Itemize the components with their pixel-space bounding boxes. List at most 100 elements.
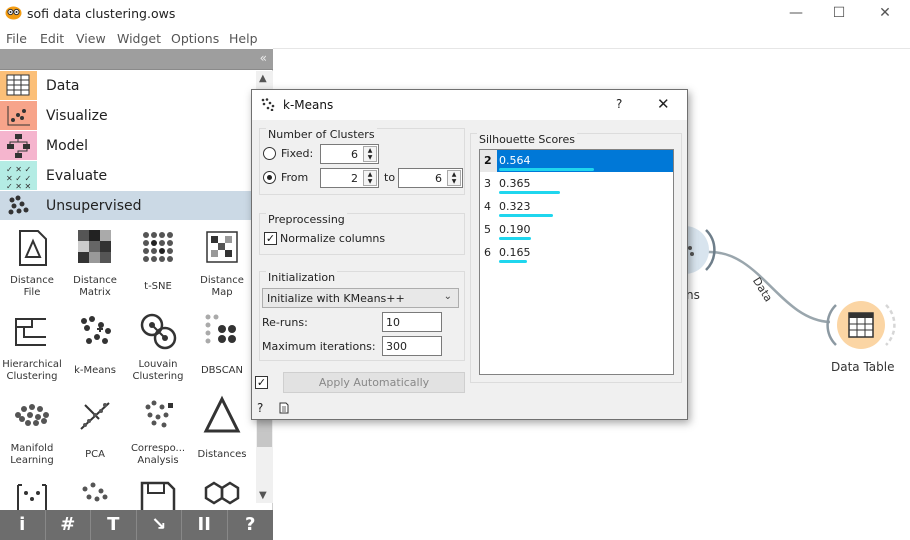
silhouette-row[interactable]: 2 0.564 — [480, 150, 673, 172]
reruns-input[interactable]: 10 — [382, 312, 442, 332]
widget-label: Distance Matrix — [73, 275, 117, 298]
svg-text:✓ ✕ ✕: ✓ ✕ ✕ — [6, 182, 31, 190]
silhouette-row[interactable]: 4 0.323 — [480, 196, 673, 218]
spin-arrows-icon[interactable]: ▲ ▼ — [447, 170, 461, 186]
maxiter-input[interactable]: 300 — [382, 336, 442, 356]
kmeans-dialog: k-Means ? ✕ Number of Clusters Fixed: 6 … — [251, 89, 688, 420]
from-spinbox[interactable]: 2 ▲ ▼ — [320, 168, 379, 188]
table-icon — [6, 74, 30, 96]
manifold-icon — [15, 404, 49, 426]
category-swatch: ✓ ✕ ✓ ✕ ✓ ✓ ✓ ✕ ✕ — [0, 161, 37, 191]
dialog-title-bar: k-Means ? ✕ — [252, 90, 687, 120]
scroll-up-icon[interactable]: ▲ — [259, 73, 267, 84]
fixed-label: Fixed: — [281, 147, 314, 160]
category-model[interactable]: Model — [0, 131, 256, 161]
dbscan-icon — [205, 314, 236, 344]
maximize-icon[interactable]: ☐ — [829, 4, 849, 22]
cluster-count: 6 — [484, 246, 491, 259]
svg-text:✓ ✕ ✓: ✓ ✕ ✓ — [6, 165, 31, 174]
orange-app-icon — [5, 6, 22, 20]
spin-arrows-icon[interactable]: ▲ ▼ — [363, 146, 377, 162]
widget-label: Louvain Clustering — [132, 359, 184, 382]
preprocessing-group-title: Preprocessing — [266, 213, 347, 226]
text-annotation-button[interactable]: T — [91, 510, 137, 540]
link-kmeans-datatable[interactable] — [700, 240, 840, 330]
dialog-help-icon[interactable]: ? — [616, 97, 622, 111]
minimize-icon[interactable]: — — [786, 4, 806, 22]
silhouette-score: 0.165 — [499, 246, 531, 259]
normalize-checkbox[interactable]: ✓ — [264, 232, 277, 245]
silhouette-bar — [499, 191, 561, 194]
silhouette-score: 0.190 — [499, 223, 531, 236]
evaluate-icon: ✓ ✕ ✓✕ ✓ ✓✓ ✕ ✕ — [6, 165, 31, 191]
to-spinbox[interactable]: 6 ▲ ▼ — [398, 168, 463, 188]
data-table-node-icon[interactable] — [826, 295, 896, 355]
louvain-icon — [140, 313, 177, 350]
clusters-group-title: Number of Clusters — [266, 128, 377, 141]
category-visualize[interactable]: Visualize — [0, 101, 256, 131]
menu-widget[interactable]: Widget — [117, 31, 161, 46]
silhouette-group-title: Silhouette Scores — [477, 133, 577, 146]
cluster-count: 2 — [480, 150, 497, 172]
silhouette-list[interactable]: 2 0.564 3 0.365 4 0.323 5 0.190 6 0.165 — [479, 149, 674, 375]
tree-icon — [7, 134, 30, 158]
kmeans-small-icon — [261, 98, 275, 111]
silhouette-row[interactable]: 5 0.190 — [480, 219, 673, 241]
widget-label: k-Means — [74, 365, 116, 376]
silhouette-row[interactable]: 3 0.365 — [480, 173, 673, 195]
category-swatch — [0, 71, 37, 100]
to-label: to — [384, 171, 396, 184]
preprocessing-group: Preprocessing ✓ Normalize columns — [259, 213, 465, 255]
close-window-icon[interactable]: ✕ — [875, 4, 895, 22]
dialog-close-icon[interactable]: ✕ — [657, 95, 670, 113]
title-bar: sofi data clustering.ows — ☐ ✕ — [0, 0, 910, 28]
kmeans-node-label: ns — [686, 288, 700, 302]
help-button[interactable]: ? — [228, 510, 274, 540]
widget-label: PCA — [85, 449, 105, 460]
cluster-count: 3 — [484, 177, 491, 190]
silhouette-bar — [499, 260, 527, 263]
arrow-annotation-button[interactable]: ↘ — [137, 510, 182, 540]
reruns-label: Re-runs: — [262, 316, 308, 329]
distance-file-icon — [19, 230, 47, 266]
menu-help[interactable]: Help — [229, 31, 258, 46]
menu-edit[interactable]: Edit — [40, 31, 64, 46]
collapse-icon[interactable]: « — [260, 51, 267, 65]
widget-label: Distance Map — [200, 275, 244, 298]
grid-button[interactable]: # — [46, 510, 91, 540]
menu-bar: File Edit View Widget Options Help — [0, 28, 910, 49]
fixed-spinbox[interactable]: 6 ▲ ▼ — [320, 144, 379, 164]
pause-button[interactable]: II — [182, 510, 228, 540]
report-icon[interactable] — [279, 402, 289, 414]
silhouette-row[interactable]: 6 0.165 — [480, 242, 673, 264]
fixed-radio[interactable] — [263, 147, 276, 160]
menu-view[interactable]: View — [76, 31, 106, 46]
help-icon[interactable]: ? — [257, 401, 263, 415]
apply-auto-checkbox[interactable]: ✓ — [255, 376, 268, 389]
init-method-select[interactable]: Initialize with KMeans++ ⌄ — [262, 288, 459, 308]
scroll-down-icon[interactable]: ▼ — [259, 490, 267, 501]
correspondence-icon — [145, 400, 173, 428]
spin-arrows-icon[interactable]: ▲ ▼ — [363, 170, 377, 186]
category-data[interactable]: Data — [0, 71, 256, 101]
distances-icon — [203, 395, 241, 433]
widget-label: Hierarchical Clustering — [2, 359, 62, 382]
category-evaluate[interactable]: ✓ ✕ ✓ ✕ ✓ ✓ ✓ ✕ ✕ Evaluate — [0, 161, 256, 191]
info-button[interactable]: i — [0, 510, 46, 540]
silhouette-score: 0.365 — [499, 177, 531, 190]
cluster-count: 5 — [484, 223, 491, 236]
silhouette-score: 0.564 — [499, 154, 531, 167]
menu-file[interactable]: File — [6, 31, 27, 46]
cluster-count: 4 — [484, 200, 491, 213]
maxiter-label: Maximum iterations: — [262, 340, 376, 353]
widget-label: DBSCAN — [200, 365, 244, 376]
toolbox-header: « — [0, 49, 273, 70]
from-radio[interactable] — [263, 171, 276, 184]
menu-options[interactable]: Options — [171, 31, 219, 46]
canvas-divider — [273, 48, 910, 49]
window-title: sofi data clustering.ows — [27, 6, 176, 21]
apply-button[interactable]: Apply Automatically — [283, 372, 465, 393]
cluster-icon — [8, 195, 29, 215]
distance-matrix-icon — [78, 230, 111, 263]
category-unsupervised[interactable]: Unsupervised — [0, 191, 256, 221]
